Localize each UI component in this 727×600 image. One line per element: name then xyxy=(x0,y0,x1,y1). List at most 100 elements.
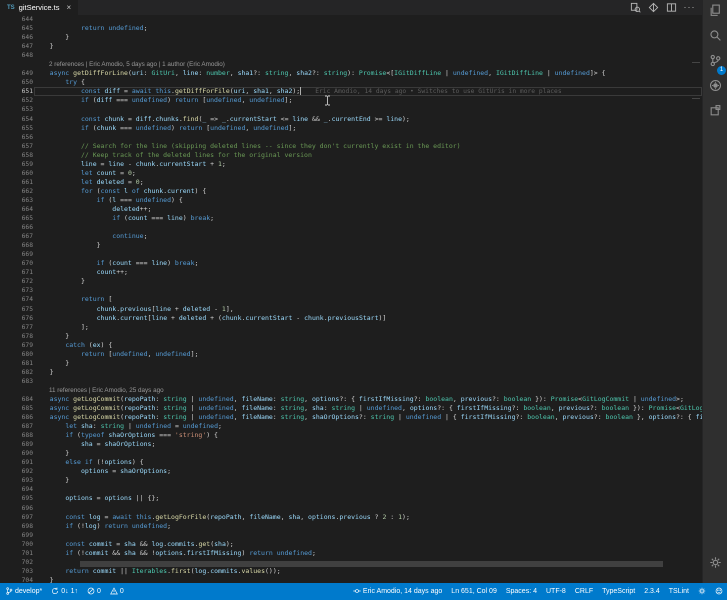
code-line[interactable]: 704 } xyxy=(0,576,702,583)
feedback-status-icon[interactable] xyxy=(715,587,723,597)
code-line[interactable]: 658 // Keep track of the deleted lines f… xyxy=(0,151,702,160)
line-number[interactable]: 664 xyxy=(0,205,34,214)
code-line[interactable]: 664 deleted++; xyxy=(0,205,702,214)
line-number[interactable]: 701 xyxy=(0,549,34,558)
code-line[interactable]: 701 if (!commit && sha && !options.first… xyxy=(0,549,702,558)
line-number[interactable] xyxy=(0,386,34,395)
line-number[interactable]: 646 xyxy=(0,33,34,42)
more-actions-icon[interactable]: ··· xyxy=(684,2,695,13)
line-number[interactable]: 648 xyxy=(0,51,34,60)
branch-status[interactable]: develop* xyxy=(5,586,42,597)
line-number[interactable]: 674 xyxy=(0,295,34,304)
code-line[interactable]: 698 if (!log) return undefined; xyxy=(0,522,702,531)
line-number[interactable]: 678 xyxy=(0,332,34,341)
codelens-row[interactable]: 11 references | Eric Amodio, 25 days ago xyxy=(0,386,702,395)
line-number[interactable]: 672 xyxy=(0,277,34,286)
code-line[interactable]: 681 } xyxy=(0,359,702,368)
extensions-activity-item[interactable] xyxy=(703,100,727,125)
line-number[interactable]: 663 xyxy=(0,196,34,205)
settings-status-icon[interactable] xyxy=(698,587,706,597)
line-number[interactable]: 683 xyxy=(0,377,34,386)
code-line[interactable]: 651 const diff = await this.getDiffForFi… xyxy=(0,87,702,96)
code-line[interactable]: 652 if (diff === undefined) return [unde… xyxy=(0,96,702,105)
line-number[interactable]: 682 xyxy=(0,368,34,377)
code-line[interactable]: 650 try { xyxy=(0,78,702,87)
code-line[interactable]: 699 xyxy=(0,531,702,540)
line-number[interactable]: 689 xyxy=(0,440,34,449)
language-mode[interactable]: TypeScript xyxy=(602,588,635,595)
indentation[interactable]: Spaces: 4 xyxy=(506,588,537,595)
line-number[interactable]: 668 xyxy=(0,241,34,250)
code-line[interactable]: 644 xyxy=(0,15,702,24)
line-number[interactable]: 688 xyxy=(0,431,34,440)
line-number[interactable]: 704 xyxy=(0,576,34,583)
code-line[interactable]: 669 xyxy=(0,250,702,259)
line-number[interactable]: 644 xyxy=(0,15,34,24)
code-line[interactable]: 688 if (typeof shaOrOptions === 'string'… xyxy=(0,431,702,440)
line-number[interactable]: 684 xyxy=(0,395,34,404)
code-line[interactable]: 657 // Search for the line (skipping del… xyxy=(0,142,702,151)
line-number[interactable]: 695 xyxy=(0,494,34,503)
split-editor-icon[interactable] xyxy=(666,2,677,13)
code-line[interactable]: 672 } xyxy=(0,277,702,286)
code-line[interactable]: 685 async getLogCommit(repoPath: string … xyxy=(0,404,702,413)
code-line[interactable]: 662 for (const l of chunk.current) { xyxy=(0,187,702,196)
line-number[interactable]: 650 xyxy=(0,78,34,87)
line-number[interactable]: 681 xyxy=(0,359,34,368)
line-number[interactable]: 693 xyxy=(0,476,34,485)
code-line[interactable]: 646 } xyxy=(0,33,702,42)
code-line[interactable]: 689 sha = shaOrOptions; xyxy=(0,440,702,449)
code-line[interactable]: 700 const commit = sha && log.commits.ge… xyxy=(0,540,702,549)
tslint-status[interactable]: TSLint xyxy=(669,588,689,595)
line-number[interactable]: 692 xyxy=(0,467,34,476)
code-line[interactable]: 649 async getDiffForLine(uri: GitUri, li… xyxy=(0,69,702,78)
code-line[interactable]: 671 count++; xyxy=(0,268,702,277)
line-number[interactable]: 700 xyxy=(0,540,34,549)
line-number[interactable]: 687 xyxy=(0,422,34,431)
code-line[interactable]: 674 return [ xyxy=(0,295,702,304)
code-line[interactable]: 690 } xyxy=(0,449,702,458)
code-line[interactable]: 697 const log = await this.getLogForFile… xyxy=(0,513,702,522)
eol[interactable]: CRLF xyxy=(575,588,593,595)
code-line[interactable]: 668 } xyxy=(0,241,702,250)
close-tab-icon[interactable]: × xyxy=(67,3,72,12)
code-line[interactable]: 660 let count = 0; xyxy=(0,169,702,178)
line-number[interactable]: 655 xyxy=(0,124,34,133)
line-number[interactable]: 686 xyxy=(0,413,34,422)
code-line[interactable]: 659 line = line - chunk.currentStart + 1… xyxy=(0,160,702,169)
files-activity-item[interactable] xyxy=(703,0,727,25)
line-number[interactable]: 673 xyxy=(0,286,34,295)
code-line[interactable]: 677 ]; xyxy=(0,323,702,332)
line-number[interactable]: 651 xyxy=(0,87,34,96)
code-line[interactable]: 655 if (chunk === undefined) return [und… xyxy=(0,124,702,133)
line-number[interactable]: 699 xyxy=(0,531,34,540)
sync-status[interactable]: 0↓ 1↑ xyxy=(51,587,78,597)
line-number[interactable]: 696 xyxy=(0,504,34,513)
code-line[interactable]: 653 xyxy=(0,105,702,114)
code-line[interactable]: 645 return undefined; xyxy=(0,24,702,33)
line-number[interactable]: 662 xyxy=(0,187,34,196)
line-number[interactable]: 652 xyxy=(0,96,34,105)
code-line[interactable]: 682 } xyxy=(0,368,702,377)
code-line[interactable]: 675 chunk.previous[line + deleted - 1], xyxy=(0,305,702,314)
search-activity-item[interactable] xyxy=(703,25,727,50)
line-number[interactable]: 676 xyxy=(0,314,34,323)
code-line[interactable]: 647 } xyxy=(0,42,702,51)
code-line[interactable]: 683 xyxy=(0,377,702,386)
gitlens-icon[interactable] xyxy=(648,2,659,13)
code-line[interactable]: 694 xyxy=(0,485,702,494)
code-line[interactable]: 656 xyxy=(0,133,702,142)
code-line[interactable]: 673 xyxy=(0,286,702,295)
line-number[interactable]: 665 xyxy=(0,214,34,223)
line-number[interactable]: 661 xyxy=(0,178,34,187)
line-number[interactable]: 694 xyxy=(0,485,34,494)
line-number[interactable]: 703 xyxy=(0,567,34,576)
code-line[interactable]: 703 return commit || Iterables.first(log… xyxy=(0,567,702,576)
code-line[interactable]: 670 if (count === line) break; xyxy=(0,259,702,268)
tab-gitservice[interactable]: TS gitService.ts × xyxy=(0,0,79,15)
code-line[interactable]: 695 options = options || {}; xyxy=(0,494,702,503)
code-line[interactable]: 684 async getLogCommit(repoPath: string … xyxy=(0,395,702,404)
line-number[interactable]: 653 xyxy=(0,105,34,114)
debug-activity-item[interactable] xyxy=(703,75,727,100)
code-line[interactable]: 676 chunk.current[line + deleted + (chun… xyxy=(0,314,702,323)
